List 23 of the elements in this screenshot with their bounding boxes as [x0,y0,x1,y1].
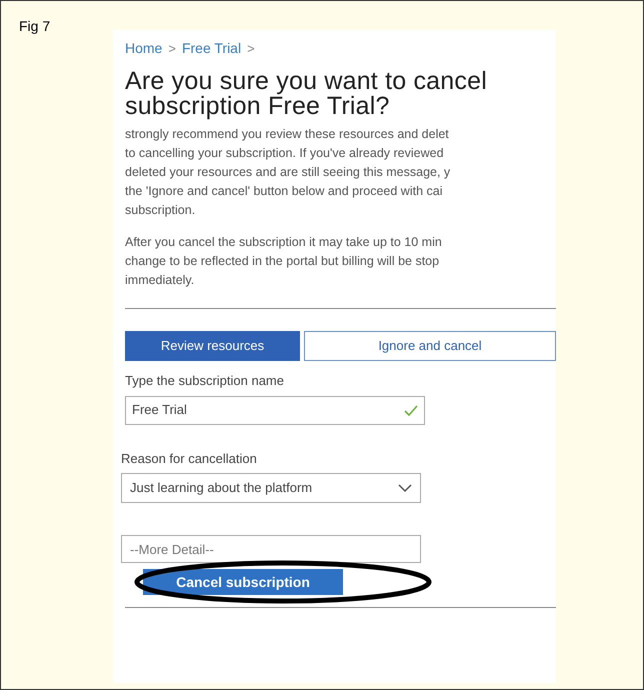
figure-label: Fig 7 [19,18,50,34]
text-line: to cancelling your subscription. If you've already reviewed [125,145,445,162]
text-line: the 'Ignore and cancel' button below and proceed with cai [125,183,444,200]
breadcrumb-link[interactable]: Free Trial [182,38,242,59]
text-line: strongly recommend you review these resources and delet [125,126,450,143]
subscription-name-field[interactable]: Free Trial [125,396,425,424]
field-label: Reason for cancellation [121,450,258,468]
reason-dropdown[interactable]: Just learning about the platform [121,473,421,503]
cancel-subscription-button[interactable]: Cancel subscription [143,569,343,595]
text-line: After you cancel the subscription it may take up to 10 min [125,234,443,251]
ignore-and-cancel-button[interactable]: Ignore and cancel [304,331,556,361]
breadcrumb-separator: > [247,40,255,58]
text-line: subscription. [125,202,196,219]
detail-field[interactable]: --More Detail-- [121,535,421,563]
text-line: immediately. [125,272,196,289]
text-line: deleted your resources and are still seeing this message, y [125,164,452,181]
chevron-down-icon [398,484,412,492]
review-resources-button[interactable]: Review resources [125,331,300,361]
field-label: Type the subscription name [125,372,285,390]
text-line: change to be reflected in the portal but billing will be stop [125,253,440,270]
breadcrumb-link[interactable]: Home [125,38,162,59]
page-heading: Are you sure you want to cancel subscription Free Trial? [125,69,488,119]
breadcrumb-separator: > [168,40,176,58]
